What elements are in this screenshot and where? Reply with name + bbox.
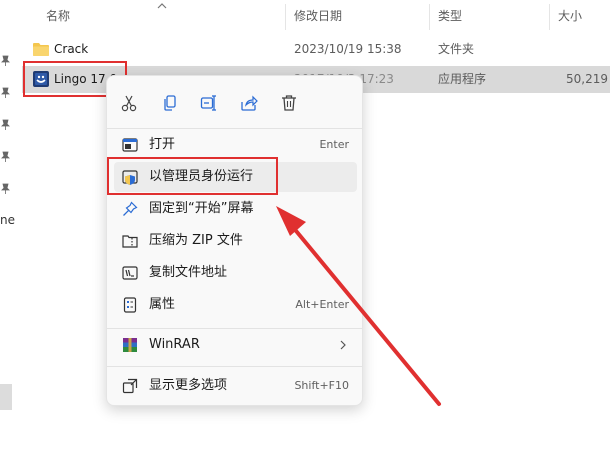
menu-item-label: 显示更多选项 (149, 378, 228, 393)
table-row[interactable]: Crack 2023/10/19 15:38 文件夹 (22, 36, 610, 63)
column-header-size[interactable]: 大小 (558, 0, 582, 33)
path-icon (122, 266, 138, 280)
menu-item-label: 固定到“开始”屏幕 (149, 201, 254, 216)
menu-item-shortcut: Enter (319, 138, 349, 151)
delete-icon (282, 95, 296, 111)
rename-icon (200, 95, 216, 111)
menu-item-label: 复制文件地址 (149, 265, 228, 280)
file-type: 文件夹 (438, 42, 475, 56)
winrar-icon (123, 338, 137, 352)
pin-icon (123, 201, 138, 216)
menu-item-label: 属性 (149, 297, 176, 312)
copy-icon (164, 95, 176, 111)
column-separator[interactable] (549, 4, 550, 30)
file-name: Crack (54, 42, 89, 56)
menu-item-properties[interactable]: 属性 Alt+Enter (114, 290, 357, 320)
menu-item-open[interactable]: 打开 Enter (114, 130, 357, 160)
column-header-modified[interactable]: 修改日期 (294, 0, 342, 33)
pin-icon[interactable] (1, 151, 10, 162)
menu-item-shortcut: Shift+F10 (294, 379, 349, 392)
menu-item-compress-zip[interactable]: 压缩为 ZIP 文件 (114, 226, 357, 256)
pin-icon[interactable] (1, 87, 10, 98)
folder-icon (33, 43, 49, 56)
column-header-name[interactable]: 名称 (46, 0, 70, 33)
menu-item-label: 打开 (149, 137, 176, 152)
share-icon (241, 95, 258, 111)
menu-separator (107, 328, 362, 329)
delete-button[interactable] (276, 90, 302, 116)
column-header-type[interactable]: 类型 (438, 0, 462, 33)
more-options-icon (122, 378, 138, 394)
sort-caret-icon (157, 3, 167, 9)
column-separator[interactable] (429, 4, 430, 30)
menu-item-show-more-options[interactable]: 显示更多选项 Shift+F10 (114, 371, 357, 401)
menu-item-label: 压缩为 ZIP 文件 (149, 233, 243, 248)
menu-separator (107, 366, 362, 367)
file-type: 应用程序 (438, 72, 487, 86)
pin-icon[interactable] (1, 119, 10, 130)
cut-button[interactable] (116, 90, 142, 116)
menu-item-copy-path[interactable]: 复制文件地址 (114, 258, 357, 288)
cut-icon (121, 95, 137, 112)
copy-button[interactable] (157, 90, 183, 116)
menu-separator (107, 128, 362, 129)
column-separator[interactable] (285, 4, 286, 30)
menu-item-pin-to-start[interactable]: 固定到“开始”屏幕 (114, 194, 357, 224)
nav-item-fragment[interactable]: ne (0, 213, 15, 227)
share-button[interactable] (236, 90, 262, 116)
annotation-box (107, 157, 278, 195)
menu-item-label: WinRAR (149, 337, 200, 352)
menu-item-shortcut: Alt+Enter (295, 298, 349, 311)
nav-scroll-block[interactable] (0, 384, 12, 410)
pin-icon[interactable] (1, 183, 10, 194)
open-icon (122, 138, 138, 152)
context-menu: 打开 Enter 以管理员身份运行 固定到“开始”屏幕 压缩为 ZIP 文件 复… (106, 75, 363, 406)
chevron-right-icon (340, 340, 346, 350)
file-modified: 2023/10/19 15:38 (294, 42, 402, 56)
properties-icon (123, 297, 137, 313)
menu-item-winrar[interactable]: WinRAR (114, 330, 357, 360)
zip-icon (122, 235, 138, 248)
pin-icon[interactable] (1, 55, 10, 66)
rename-button[interactable] (196, 90, 222, 116)
file-size: 50,219 K (566, 72, 610, 86)
